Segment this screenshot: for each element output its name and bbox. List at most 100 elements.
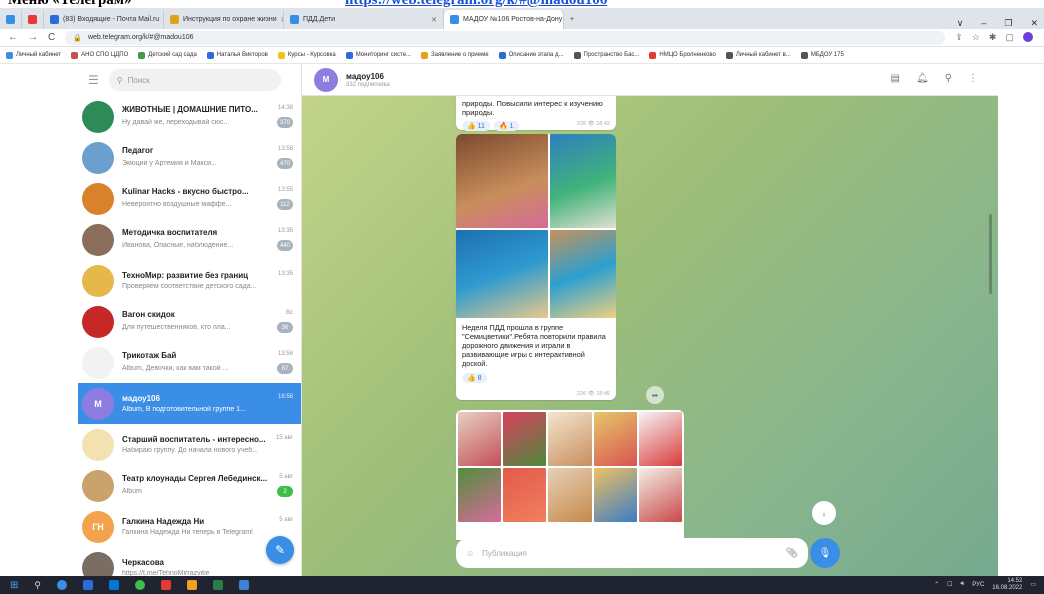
search-icon[interactable]: ⚲ — [34, 580, 41, 591]
bookmark-item[interactable]: АНО СПО ЦДПО — [71, 51, 128, 59]
search-input[interactable]: ⚲ Поиск — [108, 69, 281, 91]
close-window-icon[interactable]: ✕ — [1030, 18, 1038, 29]
bell-icon[interactable]: 🔔︎ — [916, 73, 929, 84]
chat-list-item[interactable]: ТехноМир: развитие без границ 13:35 Провер… — [78, 260, 301, 301]
bookmark-item[interactable]: Курсы - Курсовка — [277, 51, 336, 59]
network-icon[interactable]: ☐ — [947, 581, 952, 588]
chat-list-item[interactable]: ЖИВОТНЫЕ | ДОМАШНИЕ ПИТО... 14:38 Ну давай… — [78, 96, 301, 137]
attach-icon[interactable]: 📎︎ — [785, 548, 798, 559]
app-icon[interactable] — [160, 580, 171, 590]
photo[interactable] — [503, 412, 547, 466]
extensions-icon[interactable]: ✱ — [989, 32, 997, 43]
close-icon[interactable]: ✕ — [431, 16, 437, 24]
store-icon[interactable] — [108, 580, 119, 590]
photo[interactable] — [548, 412, 592, 466]
bookmark-item[interactable]: МБДОУ 175 — [800, 51, 844, 59]
bookmark-item[interactable]: Мониторинг систе... — [345, 51, 411, 59]
photo[interactable] — [593, 468, 637, 522]
start-icon[interactable]: ⊞ — [10, 580, 18, 591]
photo[interactable] — [458, 468, 502, 522]
chat-list-item[interactable]: Mмадоу106 18:58 Album, В подготовительной … — [78, 383, 301, 424]
chat-list-item[interactable]: Методичка воспитателя 13:35 Иванова, Опасн… — [78, 219, 301, 260]
reaction-like[interactable]: 👍 11 — [462, 121, 490, 131]
photo[interactable] — [638, 468, 682, 522]
tab-pinned[interactable] — [0, 10, 22, 29]
tab-search-icon[interactable]: ∨ — [957, 18, 964, 29]
search-icon[interactable]: ⚲ — [945, 73, 952, 84]
album-message[interactable]: Неделя ПДД прошла в группе "Семицветики"… — [456, 134, 616, 400]
voice-record-button[interactable]: 🎙︎ — [810, 538, 840, 568]
chat-list-item[interactable]: Педагог 13:58 Эмоции у Артемия и Макси... 4… — [78, 137, 301, 178]
volume-icon[interactable]: 🔊︎ — [961, 581, 965, 588]
sidepanel-icon[interactable]: ▢ — [1005, 32, 1014, 43]
emoji-icon[interactable]: ☺ — [466, 549, 474, 558]
chat-list-item[interactable]: Театр клоунады Сергея Лебединск... 5 авг A… — [78, 465, 301, 506]
message-bubble[interactable]: природы. Повысили интерес к изучению при… — [456, 96, 616, 131]
photo[interactable] — [458, 412, 502, 466]
photo[interactable] — [638, 412, 682, 466]
chat-list-item[interactable]: Вагон скидок Вс Для путешественников, кто … — [78, 301, 301, 342]
bookmark-label: МБДОУ 175 — [810, 52, 844, 58]
message-composer[interactable]: ☺ Публикация 📎︎ — [456, 538, 808, 568]
reload-icon[interactable]: C — [48, 32, 55, 43]
photo[interactable] — [456, 134, 548, 228]
bookmark-item[interactable]: Детский сад сада — [138, 51, 197, 59]
tab-pdd[interactable]: ПДД.Дети ✕ — [284, 10, 444, 29]
chat-list-item[interactable]: Kulinar Hacks - вкусно быстро... 13:55 Нев… — [78, 178, 301, 219]
photo[interactable] — [456, 230, 548, 318]
channel-avatar[interactable]: M — [314, 67, 338, 92]
tab-madou[interactable]: МАДОУ №106 Ростов-на-Дону✕ — [444, 10, 564, 29]
bookmark-item[interactable]: Описание этапа д... — [498, 51, 564, 59]
minimize-icon[interactable]: – — [981, 18, 986, 29]
bookmark-item[interactable]: Заявление о приеме — [421, 51, 489, 59]
reaction-fire[interactable]: 🔥 1 — [493, 121, 519, 131]
share-icon[interactable]: ⇪ — [955, 32, 963, 43]
bookmark-item[interactable]: Личный кабинет — [6, 51, 61, 59]
clock[interactable]: 14:52 16.08.2022 — [992, 578, 1022, 591]
bookmark-item[interactable]: НМЦО Бролненково — [649, 51, 716, 59]
url-field[interactable]: 🔒 web.telegram.org/k/#@madou106 — [65, 30, 946, 45]
bookmark-item[interactable]: Личный кабинет в... — [725, 51, 791, 59]
chat-list-item[interactable]: Трикотаж Бай 13:58 Album, Девочки, как вам… — [78, 342, 301, 383]
pinned-messages-icon[interactable]: ▤ — [891, 73, 900, 84]
profile-avatar[interactable] — [1022, 32, 1033, 42]
photo[interactable] — [550, 230, 616, 318]
tab-pinned[interactable] — [22, 10, 44, 29]
notifications-icon[interactable]: ▭ — [1030, 581, 1036, 588]
restore-icon[interactable]: ❐ — [1004, 18, 1012, 29]
bookmark-star-icon[interactable]: ☆ — [972, 32, 980, 43]
new-tab-button[interactable]: + — [564, 10, 580, 29]
app-icon[interactable] — [238, 580, 249, 590]
tab-instruction[interactable]: Инструкция по охране жизни✕ — [164, 10, 284, 29]
album-message[interactable] — [456, 410, 684, 540]
heading-link[interactable]: https://web.telegram.org/k/#@madou106 — [345, 0, 607, 8]
menu-icon[interactable]: ☰ — [88, 73, 99, 87]
new-message-button[interactable]: ✎ — [266, 536, 294, 564]
scrollbar[interactable] — [989, 214, 992, 294]
photo[interactable] — [593, 412, 637, 466]
tray-arrow-icon[interactable]: ⌃ — [934, 581, 939, 588]
reaction-like[interactable]: 👍 8 — [462, 372, 487, 383]
chrome-icon[interactable] — [134, 580, 145, 590]
app-icon[interactable] — [212, 580, 223, 590]
tab-mail[interactable]: (83) Входящие - Почта Mail.ru✕ — [44, 10, 164, 29]
scroll-down-button[interactable]: ↓ — [812, 501, 836, 525]
photo[interactable] — [548, 468, 592, 522]
photo[interactable] — [550, 134, 616, 228]
photo[interactable] — [503, 468, 547, 522]
chat-header[interactable]: M мадоу106 332 подписчика ▤ 🔔︎ ⚲ ⋮ — [302, 64, 998, 96]
chat-line: Методичка воспитателя 13:35 — [122, 228, 293, 237]
chat-list-item[interactable]: ГН Галкина Надежда Ни 5 авг Галкина Надежда… — [78, 506, 301, 547]
more-icon[interactable]: ⋮ — [968, 73, 978, 84]
bookmark-item[interactable]: Наталья Викторов — [206, 51, 268, 59]
app-icon[interactable] — [186, 580, 197, 590]
back-icon[interactable]: ← — [8, 32, 18, 43]
explorer-icon[interactable] — [82, 580, 93, 590]
edge-icon[interactable] — [56, 580, 67, 590]
forward-button[interactable]: ➦ — [646, 386, 664, 404]
bookmark-item[interactable]: Пространство Бас... — [573, 51, 639, 59]
chat-time: 13:55 — [277, 187, 293, 193]
forward-icon[interactable]: → — [28, 32, 38, 43]
chat-list-item[interactable]: Старший воспитатель - интересно... 15 авг… — [78, 424, 301, 465]
language-indicator[interactable]: РУС — [972, 582, 984, 588]
